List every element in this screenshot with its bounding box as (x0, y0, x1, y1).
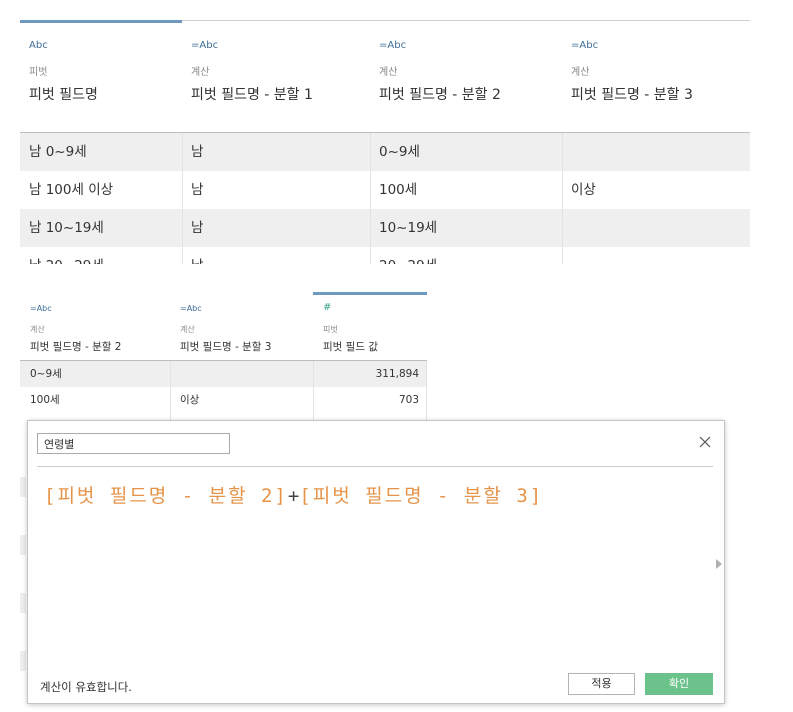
validation-status: 계산이 유효합니다. (40, 680, 132, 694)
table-cell: 남 100세 이상 (29, 182, 114, 198)
table-cell: 0~9세 (379, 144, 420, 160)
column-role-label: 계산 (180, 325, 195, 334)
table-cell: 0~9세 (30, 368, 62, 380)
column-name: 피벗 필드명 - 분할 3 (180, 341, 272, 353)
hidden-row-fragment (20, 651, 26, 671)
column-header-pivot-field-value[interactable]: # 피벗 피벗 필드 값 (313, 294, 427, 360)
calc-string-type-icon[interactable]: =Abc (571, 40, 598, 51)
column-role-label: 계산 (379, 67, 398, 78)
dialog-divider (37, 466, 713, 467)
column-role-label: 피벗 (29, 67, 48, 78)
table-cell: 남 (191, 144, 204, 160)
calculation-name-input[interactable] (37, 433, 230, 454)
column-header-split-3[interactable]: =Abc 계산 피벗 필드명 - 분할 3 (170, 294, 313, 360)
formula-text[interactable]: [피벗 필드명 - 분할 2]+[피벗 필드명 - 분할 3] (44, 481, 694, 508)
table-row: 남 20~29세 남 20~29세 (20, 247, 750, 264)
formula-editor[interactable]: [피벗 필드명 - 분할 2]+[피벗 필드명 - 분할 3] (44, 481, 694, 681)
calc-string-type-icon[interactable]: =Abc (379, 40, 406, 51)
column-header-split-2[interactable]: =Abc 계산 피벗 필드명 - 분할 2 (370, 22, 562, 132)
table-cell: 남 (191, 220, 204, 236)
calc-string-type-icon[interactable]: =Abc (191, 40, 218, 51)
table-cell: 남 (191, 182, 204, 198)
calc-string-type-icon[interactable]: =Abc (180, 304, 202, 313)
column-name: 피벗 필드 값 (323, 341, 378, 353)
formula-operator: + (287, 485, 300, 507)
string-type-icon[interactable]: Abc (29, 40, 48, 51)
column-name: 피벗 필드명 - 분할 2 (30, 341, 122, 353)
column-role-label: 계산 (191, 67, 210, 78)
number-type-icon[interactable]: # (323, 302, 331, 313)
table-cell: 100세 (379, 182, 418, 198)
column-header-pivot-field-name[interactable]: Abc 피벗 피벗 필드명 (20, 22, 182, 132)
column-name: 피벗 필드명 - 분할 3 (571, 87, 693, 103)
hidden-row-fragment (20, 593, 26, 613)
table-row: 남 10~19세 남 10~19세 (20, 209, 750, 247)
column-header-split-2[interactable]: =Abc 계산 피벗 필드명 - 분할 2 (20, 294, 170, 360)
apply-button[interactable]: 적용 (568, 673, 635, 695)
table-cell: 20~29세 (370, 247, 562, 264)
table-cell (562, 133, 750, 171)
table-cell: 10~19세 (379, 220, 438, 236)
table-cell (562, 247, 750, 264)
column-name: 피벗 필드명 - 분할 2 (379, 87, 501, 103)
column-header-split-3[interactable]: =Abc 계산 피벗 필드명 - 분할 3 (562, 22, 750, 132)
formula-field-ref: [피벗 필드명 - 분할 3] (299, 485, 544, 507)
table-cell: 703 (398, 394, 419, 406)
table-cell: 100세 (30, 394, 60, 406)
table-row: 100세 이상 703 (20, 387, 427, 413)
table-cell: 311,894 (375, 368, 419, 380)
table-cell (562, 209, 750, 247)
triangle-right-icon[interactable] (716, 559, 722, 569)
column-name: 피벗 필드명 - 분할 1 (191, 87, 313, 103)
hidden-row-fragment (20, 535, 26, 555)
table-row: 0~9세 311,894 (20, 361, 427, 387)
table-cell: 남 10~19세 (29, 220, 104, 236)
column-role-label: 계산 (571, 67, 590, 78)
column-role-label: 피벗 (323, 325, 338, 334)
table-cell: 남 0~9세 (29, 144, 87, 160)
table-row: 남 0~9세 남 0~9세 (20, 133, 750, 171)
table-cell (170, 361, 313, 387)
close-icon[interactable] (698, 435, 712, 449)
table-cell: 남 20~29세 (20, 247, 182, 264)
ok-button[interactable]: 확인 (645, 673, 713, 695)
column-name: 피벗 필드명 (29, 87, 98, 103)
column-role-label: 계산 (30, 325, 45, 334)
column-header-split-1[interactable]: =Abc 계산 피벗 필드명 - 분할 1 (182, 22, 370, 132)
table-cell: 이상 (571, 182, 596, 198)
hidden-row-fragment (20, 477, 26, 497)
data-grid-top: Abc 피벗 피벗 필드명 =Abc 계산 피벗 필드명 - 분할 1 =Abc… (20, 20, 750, 264)
column-divider (562, 133, 563, 264)
table-cell: 이상 (180, 394, 200, 406)
calculation-dialog: [피벗 필드명 - 분할 2]+[피벗 필드명 - 분할 3] 계산이 유효합니… (27, 420, 725, 704)
table-row: 남 100세 이상 남 100세 이상 (20, 171, 750, 209)
calc-string-type-icon[interactable]: =Abc (30, 304, 52, 313)
column-divider (370, 133, 371, 264)
formula-field-ref: [피벗 필드명 - 분할 2] (44, 485, 288, 507)
column-divider (182, 133, 183, 264)
table-cell: 남 (182, 247, 370, 264)
